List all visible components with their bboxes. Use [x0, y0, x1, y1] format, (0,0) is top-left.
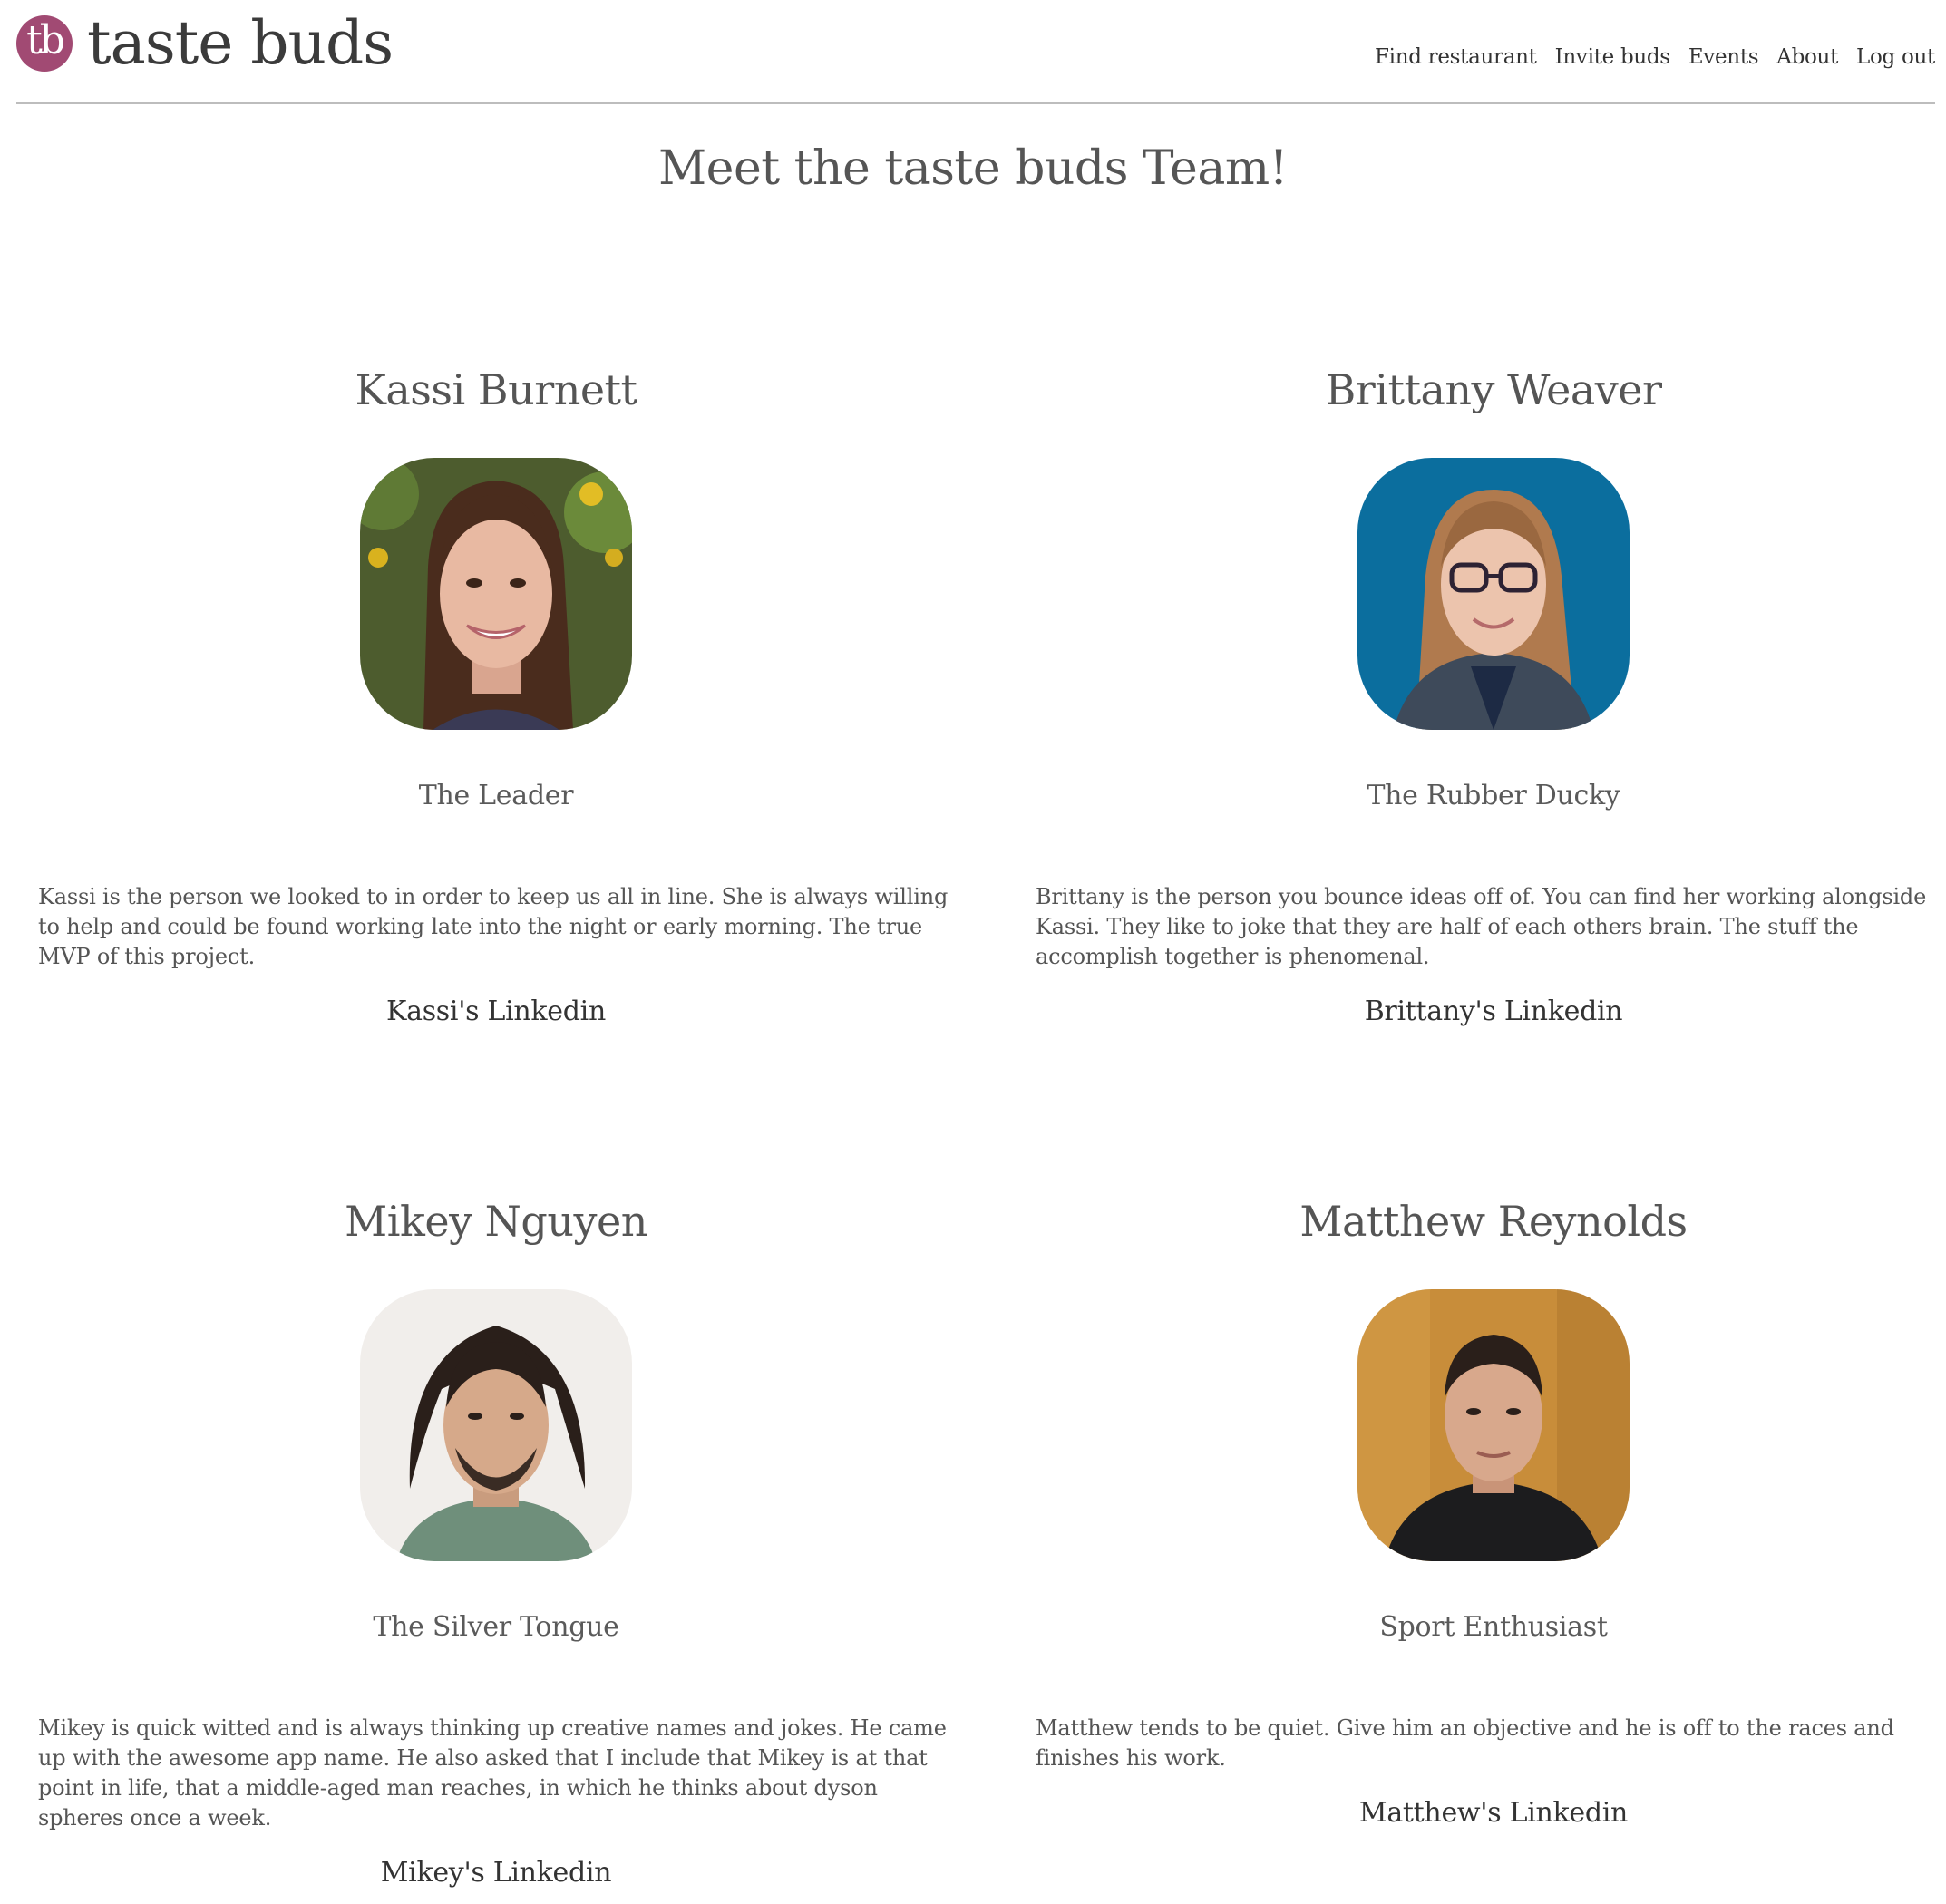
member-bio: Matthew tends to be quiet. Give him an o… — [1036, 1715, 1894, 1771]
member-name: Mikey Nguyen — [345, 1197, 647, 1246]
member-photo — [360, 458, 632, 730]
member-bio: Brittany is the person you bounce ideas … — [1036, 884, 1927, 969]
brand-home-link[interactable]: tb taste buds — [16, 8, 394, 78]
member-bio: Kassi is the person we looked to in orde… — [38, 884, 949, 969]
member-role: The Rubber Ducky — [1367, 780, 1620, 811]
member-photo — [1357, 458, 1630, 730]
navbar: tb taste buds Find restaurant Invite bud… — [16, 0, 1935, 104]
nav-find-restaurant[interactable]: Find restaurant — [1375, 45, 1537, 69]
member-photo — [360, 1289, 632, 1561]
member-linkedin-link[interactable]: Kassi's Linkedin — [38, 996, 954, 1027]
member-role: The Leader — [418, 780, 574, 811]
member-role: Sport Enthusiast — [1379, 1611, 1608, 1643]
member-bio: Mikey is quick witted and is always thin… — [38, 1715, 947, 1831]
member-name: Matthew Reynolds — [1299, 1197, 1688, 1246]
member-role: The Silver Tongue — [373, 1611, 619, 1643]
brand-name: taste buds — [87, 8, 394, 78]
nav-links: Find restaurant Invite buds Events About… — [1375, 45, 1935, 69]
member-name: Brittany Weaver — [1325, 365, 1662, 414]
member-linkedin-link[interactable]: Matthew's Linkedin — [1036, 1797, 1946, 1829]
nav-log-out[interactable]: Log out — [1856, 45, 1935, 69]
nav-about[interactable]: About — [1776, 45, 1838, 69]
brand-logo-icon: tb — [16, 15, 73, 72]
member-photo — [1357, 1289, 1630, 1561]
member-linkedin-link[interactable]: Mikey's Linkedin — [38, 1857, 954, 1889]
member-linkedin-link[interactable]: Brittany's Linkedin — [1036, 996, 1946, 1027]
nav-invite-buds[interactable]: Invite buds — [1555, 45, 1670, 69]
nav-events[interactable]: Events — [1688, 45, 1759, 69]
page-title: Meet the taste buds Team! — [657, 141, 1289, 196]
member-name: Kassi Burnett — [355, 365, 637, 414]
